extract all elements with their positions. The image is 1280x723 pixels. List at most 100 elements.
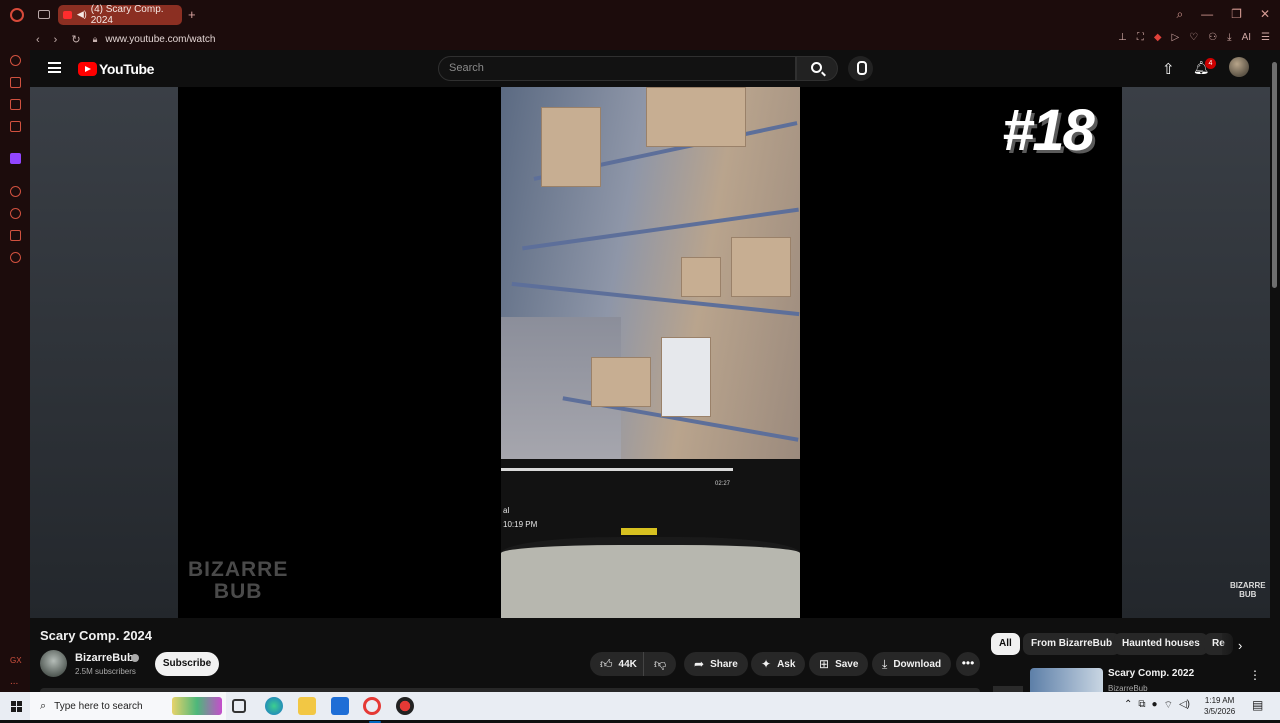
gx-corner-icon[interactable] bbox=[10, 77, 21, 88]
recommendation-thumbnail[interactable] bbox=[1030, 668, 1103, 692]
aria-ai-button[interactable]: AI bbox=[1242, 32, 1251, 43]
like-icon: 👍︎ bbox=[600, 656, 613, 671]
more-icon[interactable]: ••• bbox=[956, 652, 980, 676]
tray-display-icon[interactable]: ⧉ bbox=[1138, 699, 1145, 712]
restore-icon[interactable]: ❐ bbox=[1231, 7, 1242, 22]
page-scrollbar[interactable] bbox=[1270, 50, 1280, 692]
scrollbar-thumb[interactable] bbox=[1272, 62, 1277, 288]
task-view-icon[interactable] bbox=[232, 699, 246, 713]
search-tabs-icon[interactable]: ⌕ bbox=[1176, 7, 1183, 22]
clock-time: 1:19 AM bbox=[1204, 696, 1235, 705]
gx-label[interactable]: GX bbox=[10, 656, 22, 665]
edge-icon[interactable] bbox=[265, 697, 283, 715]
notifications-icon[interactable]: ▤ bbox=[1252, 698, 1263, 712]
player-sidebar-icon[interactable] bbox=[10, 186, 21, 197]
url-field[interactable]: www.youtube.com/watch bbox=[105, 34, 215, 45]
share-label: Share bbox=[710, 658, 738, 670]
chip-all[interactable]: All bbox=[991, 633, 1020, 655]
cardboard-box bbox=[681, 257, 721, 297]
heart-icon[interactable]: ♡ bbox=[1189, 32, 1198, 43]
save-button[interactable]: ⊞ Save bbox=[809, 652, 869, 676]
chip-from-channel[interactable]: From BizarreBub bbox=[1023, 633, 1121, 655]
opera-logo-icon[interactable] bbox=[10, 7, 24, 22]
download-label: Download bbox=[893, 658, 942, 670]
back-icon[interactable]: ‹ bbox=[36, 34, 40, 46]
system-clock[interactable]: 1:19 AM 3/5/2026 bbox=[1204, 695, 1235, 717]
frame-yellow-tag bbox=[621, 528, 657, 535]
extensions-icon[interactable] bbox=[10, 230, 21, 241]
like-count: 44K bbox=[618, 658, 637, 670]
sidebar-more-icon[interactable]: ... bbox=[10, 676, 18, 687]
chevron-right-icon[interactable]: › bbox=[1238, 638, 1242, 653]
ambient-glow-right bbox=[1122, 87, 1270, 618]
dislike-icon: 👎︎ bbox=[654, 656, 667, 671]
youtube-logo[interactable]: YouTube bbox=[78, 61, 154, 77]
like-button[interactable]: 👍︎ 44K bbox=[590, 652, 645, 676]
ask-button[interactable]: ✦ Ask bbox=[751, 652, 806, 676]
store-icon[interactable] bbox=[331, 697, 349, 715]
watermark-left-line1: BIZARRE bbox=[188, 558, 289, 581]
profile-icon[interactable]: ⚇ bbox=[1208, 32, 1217, 43]
recommendation-title[interactable]: Scary Comp. 2022 bbox=[1108, 668, 1194, 679]
adblock-shield-icon[interactable]: ◆ bbox=[1154, 32, 1162, 43]
episode-number: #18 bbox=[1002, 98, 1095, 163]
youtube-wordmark: YouTube bbox=[99, 61, 155, 77]
account-avatar[interactable] bbox=[1229, 57, 1249, 77]
menu-icon[interactable] bbox=[48, 62, 61, 73]
watermark-right-line2: BUB bbox=[1239, 590, 1257, 599]
file-explorer-icon[interactable] bbox=[298, 697, 316, 715]
windows-icon[interactable] bbox=[11, 701, 22, 712]
cardboard-box bbox=[541, 107, 601, 187]
channel-avatar[interactable] bbox=[40, 650, 67, 677]
browser-sidebar: GX ... bbox=[0, 50, 30, 692]
easy-setup-icon[interactable]: ☰ bbox=[1261, 32, 1270, 43]
close-window-icon[interactable]: ✕ bbox=[1260, 7, 1270, 22]
channel-name[interactable]: BizarreBub bbox=[75, 652, 134, 664]
snapshot-icon[interactable]: ⛶ bbox=[1137, 32, 1144, 43]
address-bar-tools: ⊥ ⛶ ◆ ▷ ♡ ⚇ ⤓ AI ☰ bbox=[1118, 32, 1270, 43]
taskbar-search[interactable]: ⌕ Type here to search bbox=[30, 692, 226, 720]
chip-haunted-houses[interactable]: Haunted houses bbox=[1114, 633, 1208, 655]
new-tab-button[interactable]: + bbox=[188, 7, 196, 22]
youtube-favicon-icon bbox=[63, 10, 72, 19]
opera-taskbar-icon[interactable] bbox=[396, 697, 414, 715]
gx-cleaner-icon[interactable] bbox=[10, 99, 21, 110]
watermark-right-line1: BIZARRE bbox=[1230, 581, 1266, 590]
search-button[interactable] bbox=[796, 56, 838, 81]
video-player[interactable]: 02:27 10:19 PM al #18 BIZARRE BUB BIZARR… bbox=[30, 87, 1270, 618]
browser-tab-active[interactable]: ◀) (4) Scary Comp. 2024 bbox=[58, 4, 182, 26]
tray-chevron-icon[interactable]: ⌃ bbox=[1124, 699, 1132, 712]
share-button[interactable]: ➦ Share bbox=[684, 652, 748, 676]
tray-volume-icon[interactable]: ◁) bbox=[1179, 699, 1190, 712]
recommendation-more-icon[interactable]: ⋮ bbox=[1249, 668, 1261, 682]
settings-icon[interactable] bbox=[10, 252, 21, 263]
video-title: Scary Comp. 2024 bbox=[40, 628, 153, 643]
downloads-icon[interactable]: ⤓ bbox=[1227, 32, 1231, 43]
pin-icon[interactable]: ⊥ bbox=[1118, 32, 1127, 43]
ask-icon: ✦ bbox=[761, 657, 772, 671]
minimize-icon[interactable]: — bbox=[1201, 7, 1213, 22]
forward-icon[interactable]: › bbox=[54, 34, 58, 46]
gx-control-icon[interactable] bbox=[10, 55, 21, 66]
subscribe-button[interactable]: Subscribe bbox=[155, 652, 219, 676]
dislike-button[interactable]: 👎︎ bbox=[643, 652, 677, 676]
messenger-icon[interactable] bbox=[10, 121, 21, 132]
history-icon[interactable] bbox=[10, 208, 21, 219]
download-button[interactable]: ⤓ Download bbox=[872, 652, 952, 676]
tray-network-icon[interactable]: ⌔ bbox=[1164, 699, 1173, 712]
speaker-icon[interactable]: ◀) bbox=[77, 9, 87, 20]
player-icon[interactable]: ▷ bbox=[1172, 32, 1180, 43]
subscriber-count: 2.5M subscribers bbox=[75, 667, 136, 676]
cardboard-box bbox=[731, 237, 791, 297]
opera-gx-taskbar-icon[interactable] bbox=[363, 697, 381, 723]
upload-icon[interactable]: ⇧ bbox=[1162, 60, 1175, 78]
frame-timecode: 02:27 bbox=[715, 481, 731, 487]
tab-islands-icon[interactable] bbox=[38, 10, 50, 19]
twitch-icon[interactable] bbox=[10, 153, 21, 164]
reload-icon[interactable]: ↻ bbox=[71, 33, 80, 46]
windows-taskbar: ⌕ Type here to search ⌃ ⧉ ● ⌔ ◁) 1:19 AM… bbox=[0, 692, 1280, 723]
dvr-progress bbox=[501, 468, 733, 471]
search-input[interactable]: Search bbox=[438, 56, 796, 81]
tray-mic-icon[interactable]: ● bbox=[1152, 699, 1158, 712]
mic-icon[interactable] bbox=[848, 56, 873, 81]
